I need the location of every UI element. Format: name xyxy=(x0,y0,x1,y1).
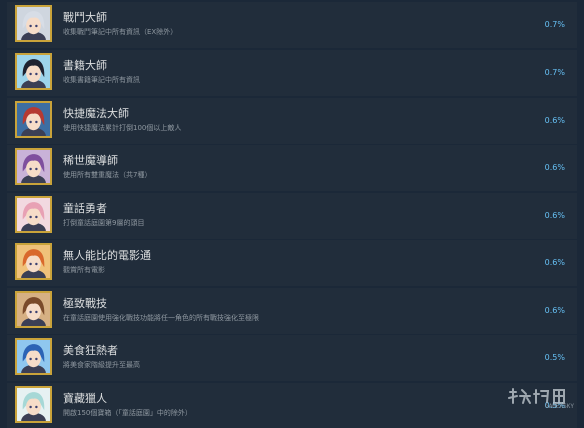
achievement-description: 打倒童話庭園第9層的頭目 xyxy=(63,219,145,227)
achievement-row[interactable]: 戰鬥大師收集戰鬥筆記中所有資訊（EX除外） 0.7% xyxy=(7,2,577,48)
achievement-description: 將美食家階級提升至最高 xyxy=(63,361,140,369)
unlock-percentage: 0.6% xyxy=(544,211,565,220)
achievement-icon-teal-hair-maid xyxy=(15,386,52,423)
achievement-icon-brown-hair-boy xyxy=(15,291,52,328)
achievement-row[interactable]: 快捷魔法大師使用快捷魔法累計打倒100個以上敵人 0.6% xyxy=(7,98,577,144)
achievement-icon-dark-hair-swordsman xyxy=(15,53,52,90)
achievement-title: 童話勇者 xyxy=(63,202,107,215)
achievement-description: 在童話庭園使用強化戰技功能將任一角色的所有戰技強化至極限 xyxy=(63,314,259,322)
achievement-description: 使用快捷魔法累計打倒100個以上敵人 xyxy=(63,124,182,132)
watermark-text: GAMERSKY xyxy=(545,403,574,410)
achievement-row[interactable]: 無人能比的電影通觀賞所有電影 0.6% xyxy=(7,240,577,286)
achievement-row[interactable]: 美食狂熱者將美食家階級提升至最高 0.5% xyxy=(7,335,577,381)
achievement-title: 稀世魔導師 xyxy=(63,154,118,167)
achievement-row[interactable]: 極致戰技在童話庭園使用強化戰技功能將任一角色的所有戰技強化至極限 0.6% xyxy=(7,288,577,334)
achievement-title: 極致戰技 xyxy=(63,297,107,310)
unlock-percentage: 0.6% xyxy=(544,258,565,267)
unlock-percentage: 0.6% xyxy=(544,306,565,315)
achievement-description: 開啟150個寶箱（「童話庭園」中的除外） xyxy=(63,409,192,417)
achievement-title: 寶藏獵人 xyxy=(63,392,107,405)
unlock-percentage: 0.5% xyxy=(544,353,565,362)
achievement-icon-red-hair-mage xyxy=(15,101,52,138)
achievement-title: 戰鬥大師 xyxy=(63,11,107,24)
unlock-percentage: 0.7% xyxy=(544,68,565,77)
unlock-percentage: 0.6% xyxy=(544,116,565,125)
achievement-icon-pink-hair-girl xyxy=(15,196,52,233)
achievement-row[interactable]: 稀世魔導師使用所有雙重魔法（共7種） 0.6% xyxy=(7,145,577,191)
youxia-watermark-logo: GAMERSKY xyxy=(506,386,576,412)
achievement-icon-silver-hair-girl xyxy=(15,5,52,42)
achievement-row[interactable]: 寶藏獵人 開啟150個寶箱（「童話庭園」中的除外） 0.5% xyxy=(7,383,577,428)
achievement-description: 收集書籍筆記中所有資訊 xyxy=(63,76,140,84)
achievement-description: 使用所有雙重魔法（共7種） xyxy=(63,171,152,179)
achievement-row[interactable]: 童話勇者打倒童話庭園第9層的頭目 0.6% xyxy=(7,193,577,239)
unlock-percentage: 0.6% xyxy=(544,163,565,172)
achievement-icon-orange-hair-girl xyxy=(15,243,52,280)
achievement-list: 戰鬥大師 收集戰鬥筆記中所有資訊（EX除外） 0.7% 書籍大師 收集書籍筆記中所有資訊… xyxy=(0,0,584,428)
achievement-icon-purple-hair-girl xyxy=(15,148,52,185)
achievement-title: 快捷魔法大師 xyxy=(63,107,129,120)
achievement-description: 收集戰鬥筆記中所有資訊（EX除外） xyxy=(63,28,178,36)
achievement-title: 無人能比的電影通 xyxy=(63,249,151,262)
achievement-description: 觀賞所有電影 xyxy=(63,266,105,274)
achievement-icon-blue-hair-girl xyxy=(15,338,52,375)
achievement-title: 美食狂熱者 xyxy=(63,344,118,357)
achievement-title: 書籍大師 xyxy=(63,59,107,72)
achievement-row[interactable]: 書籍大師收集書籍筆記中所有資訊 0.7% xyxy=(7,50,577,96)
unlock-percentage: 0.7% xyxy=(544,20,565,29)
